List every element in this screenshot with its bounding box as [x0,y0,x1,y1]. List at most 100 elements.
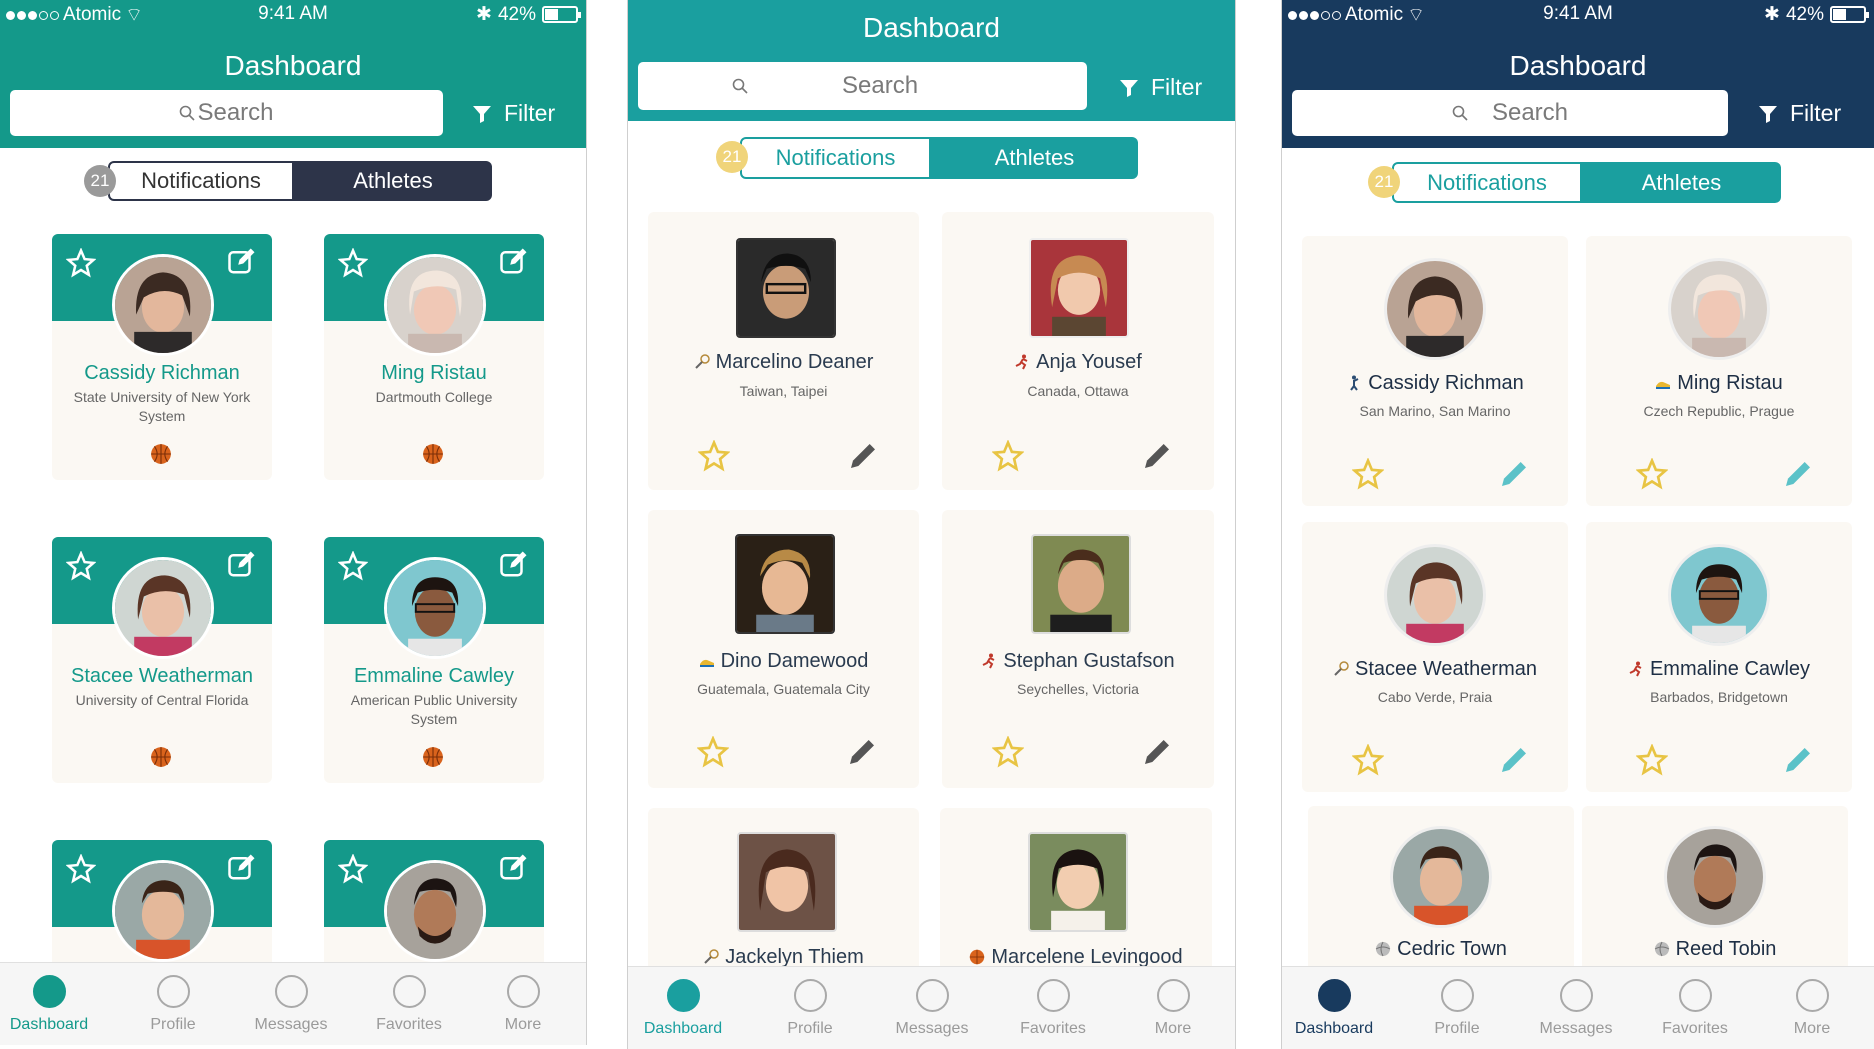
athlete-name: Stacee Weatherman [1302,658,1568,681]
tab-profile[interactable]: Profile [118,975,228,1034]
pencil-icon[interactable] [1782,744,1814,776]
star-icon[interactable] [697,736,729,768]
search-input[interactable]: Search [1292,90,1728,136]
filter-button[interactable]: Filter [472,100,555,127]
athlete-location: Guatemala, Guatemala City [697,681,870,697]
avatar [1664,826,1766,928]
search-input[interactable]: Search [10,90,443,136]
tab-notifications[interactable]: Notifications [1392,162,1582,203]
tab-profile[interactable]: Profile [755,979,865,1038]
athlete-card[interactable]: Stephan Gustafson Seychelles, Victoria [942,510,1214,788]
runner-icon [1628,660,1644,677]
athlete-name: Ming Ristau [1586,372,1852,395]
athlete-card[interactable]: Ming Ristau Dartmouth College [324,234,544,480]
tab-athletes[interactable]: Athletes [931,137,1138,179]
tab-more[interactable]: More [468,975,578,1034]
star-icon[interactable] [1636,744,1668,776]
tab-more[interactable]: More [1118,979,1228,1038]
star-icon[interactable] [66,551,96,581]
pencil-icon[interactable] [846,736,878,768]
athlete-location: Taiwan, Taipei [739,383,828,399]
edit-icon[interactable] [498,549,530,579]
avatar [384,557,486,659]
athlete-name: Dino Damewood [648,650,919,673]
star-icon[interactable] [338,248,368,278]
basketball-icon [150,746,172,768]
pencil-icon[interactable] [1141,440,1173,472]
edit-icon[interactable] [498,852,530,882]
athlete-card[interactable]: Stacee Weatherman Cabo Verde, Praia [1302,522,1568,792]
tennis-icon [703,948,719,964]
runner-icon [981,652,997,669]
filter-icon [1120,79,1138,97]
star-icon[interactable] [1352,458,1384,490]
athlete-card[interactable]: Emmaline Cawley Barbados, Bridgetown [1586,522,1852,792]
edit-icon[interactable] [226,549,258,579]
athlete-name: Reed Tobin [1582,938,1848,961]
tab-favorites[interactable]: Favorites [1640,979,1750,1038]
filter-button[interactable]: Filter [1758,100,1841,127]
tab-bar: Dashboard Profile Messages Favorites Mor… [0,962,586,1045]
athlete-card[interactable]: Emmaline Cawley American Public Universi… [324,537,544,783]
tab-messages[interactable]: Messages [877,979,987,1038]
tab-notifications[interactable]: Notifications [740,137,931,179]
avatar [112,557,214,659]
star-icon[interactable] [338,854,368,884]
athlete-card[interactable]: Cassidy Richman State University of New … [52,234,272,480]
tab-more[interactable]: More [1757,979,1867,1038]
star-icon[interactable] [66,854,96,884]
tab-athletes[interactable]: Athletes [1582,162,1781,203]
edit-icon[interactable] [498,246,530,276]
volleyball-icon [1375,940,1391,957]
search-placeholder: Search [842,72,919,99]
athlete-school: Dartmouth College [375,389,493,405]
golfer-icon [1346,374,1362,391]
messages-icon [274,975,308,1008]
tab-favorites[interactable]: Favorites [354,975,464,1034]
star-icon[interactable] [338,551,368,581]
segmented-control: 21 Notifications Athletes [84,161,492,201]
tab-notifications[interactable]: Notifications [108,161,294,201]
tab-athletes[interactable]: Athletes [294,161,492,201]
athlete-card[interactable]: Stacee Weatherman University of Central … [52,537,272,783]
athlete-card[interactable]: Marcelino Deaner Taiwan, Taipei [648,212,919,490]
pencil-icon[interactable] [1782,458,1814,490]
tab-favorites[interactable]: Favorites [998,979,1108,1038]
tab-dashboard[interactable]: Dashboard [0,975,104,1034]
star-icon[interactable] [992,440,1024,472]
battery-icon [542,6,581,23]
shoe-icon [1655,374,1671,390]
pencil-icon[interactable] [1498,458,1530,490]
tab-messages[interactable]: Messages [236,975,346,1034]
athlete-card[interactable]: Cassidy Richman San Marino, San Marino [1302,236,1568,506]
star-icon[interactable] [1636,458,1668,490]
filter-icon [1759,105,1777,123]
tab-messages[interactable]: Messages [1521,979,1631,1038]
search-input[interactable]: Search [638,62,1087,110]
star-icon[interactable] [698,440,730,472]
basketball-icon [422,443,444,465]
avatar [1029,238,1129,338]
star-icon[interactable] [992,736,1024,768]
pencil-icon[interactable] [1141,736,1173,768]
edit-icon[interactable] [226,246,258,276]
basketball-icon [969,948,985,965]
star-icon[interactable] [66,248,96,278]
search-icon [732,78,748,94]
dashboard-icon [32,975,66,1008]
athlete-card[interactable]: Anja Yousef Canada, Ottawa [942,212,1214,490]
athlete-name: Cassidy Richman [1302,372,1568,395]
pencil-icon[interactable] [847,440,879,472]
tab-profile[interactable]: Profile [1402,979,1512,1038]
pencil-icon[interactable] [1498,744,1530,776]
tennis-icon [1333,660,1349,676]
star-icon[interactable] [1352,744,1384,776]
tab-dashboard[interactable]: Dashboard [628,979,738,1038]
athlete-card[interactable]: Ming Ristau Czech Republic, Prague [1586,236,1852,506]
edit-icon[interactable] [226,852,258,882]
athlete-name: Cedric Town [1308,938,1574,961]
tab-dashboard[interactable]: Dashboard [1282,979,1389,1038]
filter-button[interactable]: Filter [1119,74,1202,101]
shoe-icon [699,652,715,668]
athlete-card[interactable]: Dino Damewood Guatemala, Guatemala City [648,510,919,788]
